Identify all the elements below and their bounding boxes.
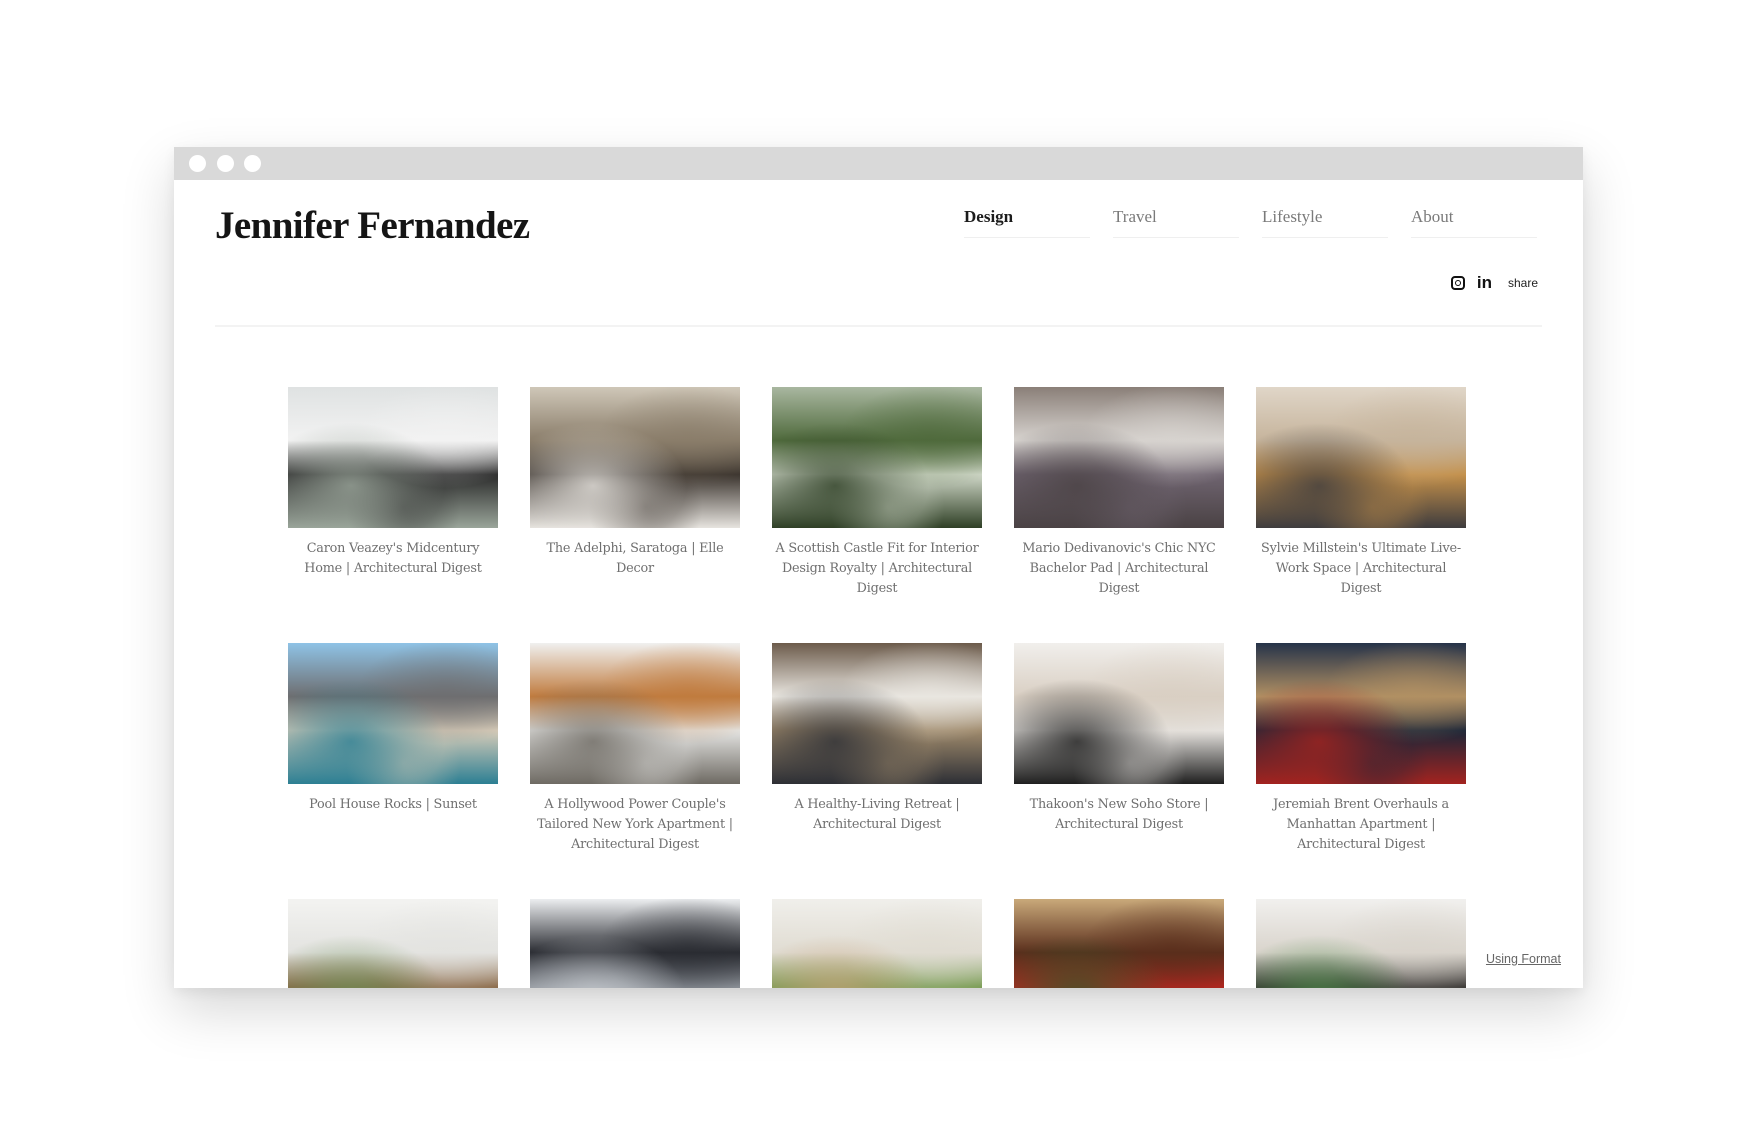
gallery-caption[interactable]: Pool House Rocks | Sunset xyxy=(288,795,498,815)
gallery-card[interactable]: Caron Veazey's Midcentury Home | Archite… xyxy=(288,387,498,579)
gallery-thumbnail[interactable] xyxy=(1014,643,1224,784)
window-minimize-dot[interactable] xyxy=(217,155,234,172)
gallery-thumbnail[interactable] xyxy=(1014,899,1224,988)
thumbnail-image xyxy=(1014,387,1224,528)
gallery-caption[interactable]: A Scottish Castle Fit for Interior Desig… xyxy=(772,539,982,599)
gallery-caption[interactable]: Jeremiah Brent Overhauls a Manhattan Apa… xyxy=(1256,795,1466,855)
social-links: in share xyxy=(1450,274,1538,291)
thumbnail-image xyxy=(530,643,740,784)
thumbnail-image xyxy=(1014,899,1224,988)
gallery-thumbnail[interactable] xyxy=(288,899,498,988)
gallery-card[interactable]: Sylvie Millstein's Ultimate Live-Work Sp… xyxy=(1256,387,1466,599)
gallery-card[interactable]: A Hollywood Power Couple's Tailored New … xyxy=(530,643,740,855)
thumbnail-image xyxy=(1014,643,1224,784)
gallery-card[interactable]: Thakoon's New Soho Store | Architectural… xyxy=(1014,643,1224,835)
gallery-caption[interactable]: Caron Veazey's Midcentury Home | Archite… xyxy=(288,539,498,579)
gallery-thumbnail[interactable] xyxy=(1014,387,1224,528)
gallery-card[interactable] xyxy=(772,899,982,988)
gallery-card[interactable] xyxy=(1256,899,1466,988)
thumbnail-image xyxy=(772,643,982,784)
using-format-link[interactable]: Using Format xyxy=(1486,952,1561,966)
gallery-card[interactable]: The Adelphi, Saratoga | Elle Decor xyxy=(530,387,740,579)
gallery-card[interactable]: A Healthy-Living Retreat | Architectural… xyxy=(772,643,982,835)
nav-item-design[interactable]: Design xyxy=(964,207,1090,238)
thumbnail-image xyxy=(288,899,498,988)
gallery-card[interactable]: Jeremiah Brent Overhauls a Manhattan Apa… xyxy=(1256,643,1466,855)
gallery-card[interactable] xyxy=(530,899,740,988)
gallery-thumbnail[interactable] xyxy=(288,387,498,528)
header-divider xyxy=(215,325,1542,327)
window-maximize-dot[interactable] xyxy=(244,155,261,172)
thumbnail-image xyxy=(530,899,740,988)
gallery-thumbnail[interactable] xyxy=(772,643,982,784)
thumbnail-image xyxy=(530,387,740,528)
gallery-card[interactable] xyxy=(288,899,498,988)
nav-item-travel[interactable]: Travel xyxy=(1113,207,1239,238)
browser-window: Jennifer Fernandez Design Travel Lifesty… xyxy=(174,147,1583,988)
gallery-caption[interactable]: A Hollywood Power Couple's Tailored New … xyxy=(530,795,740,855)
gallery-thumbnail[interactable] xyxy=(530,899,740,988)
gallery-card[interactable] xyxy=(1014,899,1224,988)
share-link[interactable]: share xyxy=(1508,276,1538,290)
gallery-caption[interactable]: Sylvie Millstein's Ultimate Live-Work Sp… xyxy=(1256,539,1466,599)
gallery-card[interactable]: A Scottish Castle Fit for Interior Desig… xyxy=(772,387,982,599)
nav-item-lifestyle[interactable]: Lifestyle xyxy=(1262,207,1388,238)
gallery-thumbnail[interactable] xyxy=(530,387,740,528)
thumbnail-image xyxy=(288,643,498,784)
gallery-thumbnail[interactable] xyxy=(772,899,982,988)
thumbnail-image xyxy=(772,387,982,528)
window-titlebar xyxy=(174,147,1583,180)
instagram-icon[interactable] xyxy=(1450,275,1465,290)
nav-item-about[interactable]: About xyxy=(1411,207,1537,238)
thumbnail-image xyxy=(288,387,498,528)
gallery-thumbnail[interactable] xyxy=(1256,899,1466,988)
gallery-caption[interactable]: Mario Dedivanovic's Chic NYC Bachelor Pa… xyxy=(1014,539,1224,599)
gallery-thumbnail[interactable] xyxy=(530,643,740,784)
gallery-caption[interactable]: A Healthy-Living Retreat | Architectural… xyxy=(772,795,982,835)
linkedin-icon[interactable]: in xyxy=(1477,274,1492,291)
gallery-thumbnail[interactable] xyxy=(288,643,498,784)
gallery-thumbnail[interactable] xyxy=(1256,643,1466,784)
gallery-thumbnail[interactable] xyxy=(772,387,982,528)
gallery-card[interactable]: Pool House Rocks | Sunset xyxy=(288,643,498,815)
gallery-thumbnail[interactable] xyxy=(1256,387,1466,528)
site-logo[interactable]: Jennifer Fernandez xyxy=(215,203,530,248)
gallery-caption[interactable]: The Adelphi, Saratoga | Elle Decor xyxy=(530,539,740,579)
thumbnail-image xyxy=(772,899,982,988)
gallery-card[interactable]: Mario Dedivanovic's Chic NYC Bachelor Pa… xyxy=(1014,387,1224,599)
thumbnail-image xyxy=(1256,899,1466,988)
gallery-caption[interactable]: Thakoon's New Soho Store | Architectural… xyxy=(1014,795,1224,835)
thumbnail-image xyxy=(1256,643,1466,784)
thumbnail-image xyxy=(1256,387,1466,528)
window-close-dot[interactable] xyxy=(189,155,206,172)
